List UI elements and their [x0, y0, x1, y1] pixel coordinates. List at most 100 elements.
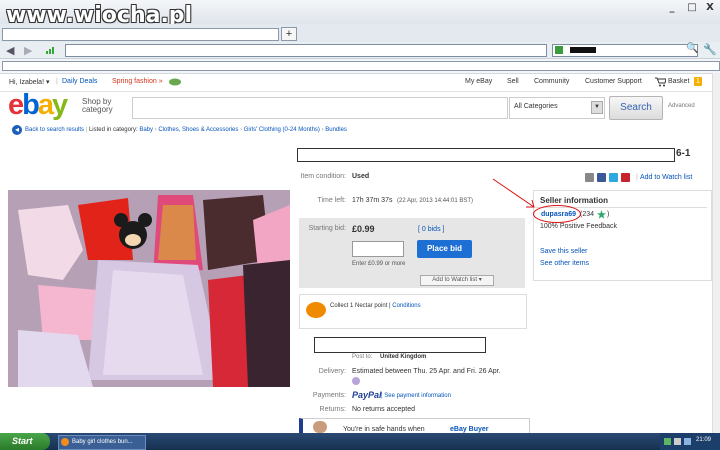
browser-app-icon [61, 438, 69, 446]
payment-info-label: See payment information [384, 393, 451, 399]
condition-value: Used [352, 173, 370, 180]
forward-icon[interactable]: ▶ [24, 44, 32, 57]
save-seller-link[interactable]: Save this seller [540, 248, 587, 255]
search-engine-icon[interactable] [555, 46, 563, 54]
customer-support-link[interactable]: Customer Support [585, 78, 642, 85]
basket-link[interactable]: Basket [668, 78, 689, 85]
greeting-link[interactable]: Hi, Izabela! ▾ [9, 78, 49, 86]
daily-deals-link[interactable]: Daily Deals [62, 78, 97, 85]
my-ebay-link[interactable]: My eBay [465, 78, 492, 85]
twitter-icon[interactable] [609, 173, 618, 182]
starting-bid-label: Starting bid: [308, 225, 346, 232]
nectar-text: Collect 1 Nectar point [330, 303, 388, 309]
back-to-results-link[interactable]: Back to search results [25, 127, 84, 133]
logo-letter: y [52, 89, 68, 121]
email-icon[interactable] [585, 173, 594, 182]
bid-amount-input[interactable] [352, 241, 404, 257]
starting-bid-value: £0.99 [352, 224, 375, 234]
maximize-button[interactable]: □ [685, 2, 699, 14]
back-arrow-icon[interactable]: ◂ [12, 125, 22, 135]
facebook-icon[interactable] [597, 173, 606, 182]
share-divider: | [636, 174, 638, 181]
vertical-scrollbar[interactable] [712, 73, 720, 433]
start-button[interactable]: Start [0, 433, 50, 450]
breadcrumb-item[interactable]: Baby [139, 127, 153, 133]
community-link[interactable]: Community [534, 78, 569, 85]
logo-letter: a [37, 89, 54, 121]
bid-hint: Enter £0.99 or more [352, 261, 406, 267]
add-to-watch-list-button[interactable]: Add to Watch list ▾ [420, 275, 494, 286]
search-icon[interactable]: 🔍 [686, 43, 698, 54]
close-button[interactable]: X [703, 2, 717, 14]
star-icon [597, 210, 606, 219]
ebay-search-input[interactable] [132, 97, 508, 119]
tab-current[interactable] [2, 28, 279, 41]
clock: 21:09 [696, 437, 712, 443]
basket-icon[interactable] [655, 77, 666, 87]
returns-value: No returns accepted [352, 406, 416, 413]
listed-in-label: Listed in category: [88, 127, 138, 133]
pinterest-icon[interactable] [621, 173, 630, 182]
tray-app-icon[interactable] [684, 438, 691, 445]
bids-count-link[interactable]: [ 0 bids ] [418, 226, 444, 233]
returns-label: Returns: [319, 406, 346, 413]
annotation-arrow [492, 178, 535, 208]
chevron-down-icon: ▾ [478, 277, 482, 283]
payments-label: Payments: [312, 392, 346, 399]
breadcrumb-item[interactable]: Clothes, Shoes & Accessories [158, 127, 238, 133]
breadcrumb-item[interactable]: Bundles [325, 127, 347, 133]
ebay-logo[interactable]: ebay [8, 89, 68, 122]
chevron-down-icon[interactable]: ▼ [591, 101, 603, 114]
seller-info-title: Seller information [540, 196, 609, 205]
see-other-items-link[interactable]: See other items [540, 260, 589, 267]
seller-score-close: ) [607, 211, 610, 218]
payment-info-link[interactable]: | See payment information [381, 393, 451, 399]
breadcrumb-item[interactable]: Girls' Clothing (0-24 Months) [244, 127, 320, 133]
nav-divider: | [56, 78, 58, 85]
time-left-date: (22 Apr, 2013 14:44:01 BST) [397, 198, 474, 204]
back-icon[interactable]: ◀ [6, 44, 14, 57]
connection-signal-icon [46, 47, 54, 54]
safe-hands-text: You're in safe hands when [343, 426, 425, 433]
leaf-icon [169, 78, 181, 86]
person-avatar [313, 421, 327, 433]
category-select-value: All Categories [514, 103, 558, 110]
post-to-label: Post to: [352, 354, 373, 360]
taskbar-browser-item[interactable]: Baby girl clothes bun... [58, 435, 146, 450]
watch-button-label: Add to Watch list [432, 277, 478, 283]
new-tab-button[interactable]: + [281, 27, 297, 41]
tray-network-icon[interactable] [664, 438, 671, 445]
time-left-label: Time left: [317, 197, 346, 204]
seller-score[interactable]: (234 [580, 211, 594, 218]
paypal-logo: PayPal [352, 390, 382, 400]
tools-icon[interactable]: 🔧 [703, 43, 717, 56]
positive-feedback: 100% Positive Feedback [540, 223, 618, 230]
bookmark-field[interactable] [2, 61, 720, 71]
annotation-circle [533, 205, 581, 223]
ebay-buyer-protection-link[interactable]: eBay Buyer [450, 426, 489, 433]
condition-label: Item condition: [300, 173, 346, 180]
logo-letter: b [22, 89, 40, 121]
place-bid-button[interactable]: Place bid [417, 240, 472, 258]
delivery-value: Estimated between Thu. 25 Apr. and Fri. … [352, 368, 501, 375]
advanced-search-link[interactable]: Advanced [668, 103, 695, 109]
minimize-button[interactable]: _ [665, 2, 679, 14]
share-icons [585, 173, 633, 184]
search-button[interactable]: Search [609, 96, 663, 120]
tray-volume-icon[interactable] [674, 438, 681, 445]
info-icon[interactable] [352, 377, 360, 385]
item-title-field [297, 148, 675, 162]
nectar-info: Collect 1 Nectar point | Conditions [330, 303, 421, 309]
product-photo[interactable] [8, 190, 290, 387]
conditions-link[interactable]: Conditions [392, 303, 420, 309]
redacted-search-text [570, 47, 596, 53]
add-to-watch-list-link[interactable]: Add to Watch list [640, 174, 692, 181]
post-to-value: United Kingdom [380, 354, 427, 360]
address-bar[interactable] [65, 44, 547, 57]
shop-by-category-button[interactable]: Shop by category [82, 98, 126, 114]
item-title-suffix: 6-1 [676, 148, 691, 159]
spring-fashion-link[interactable]: Spring fashion » [112, 78, 163, 85]
time-left-value: 17h 37m 37s [352, 197, 393, 204]
sell-link[interactable]: Sell [507, 78, 519, 85]
logo-letter: e [8, 89, 24, 121]
